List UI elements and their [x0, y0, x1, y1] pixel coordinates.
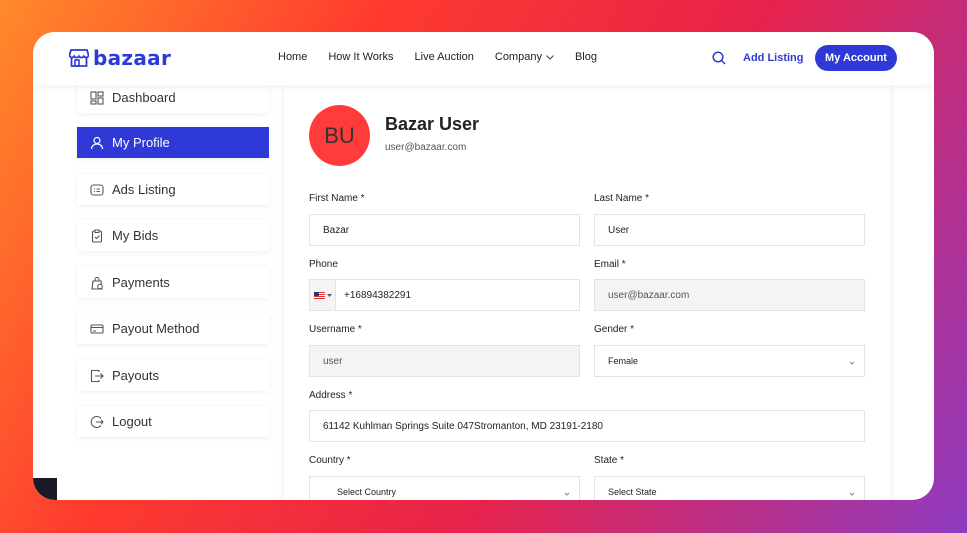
username-label: Username *: [309, 324, 362, 335]
payouts-icon: [90, 369, 104, 382]
country-value: Select Country: [337, 487, 397, 497]
nav-home[interactable]: Home: [278, 51, 307, 63]
address-label: Address *: [309, 390, 353, 401]
sidebar-item-logout[interactable]: Logout: [77, 406, 269, 437]
state-value: Select State: [608, 487, 657, 497]
state-select[interactable]: Select State: [594, 476, 865, 500]
sidebar-item-ads-listing[interactable]: Ads Listing: [77, 174, 269, 205]
nav-company-label: Company: [494, 51, 542, 63]
state-label: State *: [594, 455, 625, 466]
country-code-selector[interactable]: [310, 280, 336, 310]
sidebar-item-my-profile[interactable]: My Profile: [77, 127, 269, 158]
top-header: bazaar Home How It Works Live Auction Co…: [33, 32, 934, 85]
country-label: Country *: [309, 455, 351, 466]
sidebar-item-payout-method[interactable]: Payout Method: [77, 313, 269, 344]
sidebar-item-label: Payouts: [112, 368, 159, 383]
bids-icon: [91, 229, 103, 243]
last-name-label: Last Name *: [594, 193, 650, 204]
app-window: bazaar Home How It Works Live Auction Co…: [33, 32, 934, 500]
gender-value: Female: [608, 356, 639, 366]
nav-live-auction[interactable]: Live Auction: [415, 51, 474, 63]
email-field[interactable]: user@bazaar.com: [594, 279, 865, 311]
nav-company[interactable]: Company: [495, 51, 554, 63]
gender-select[interactable]: Female: [594, 345, 865, 377]
profile-email: user@bazaar.com: [385, 142, 467, 153]
payout-method-icon: [90, 323, 104, 334]
nav-blog[interactable]: Blog: [575, 51, 597, 63]
add-listing-link[interactable]: Add Listing: [743, 52, 804, 64]
us-flag-icon: [313, 291, 325, 299]
chevron-down-icon: [849, 361, 855, 365]
user-icon: [90, 136, 104, 149]
my-account-button[interactable]: My Account: [815, 45, 897, 71]
country-select[interactable]: Select Country: [309, 476, 580, 500]
chevron-down-icon: [849, 492, 855, 496]
sidebar-item-dashboard[interactable]: Dashboard: [77, 82, 269, 113]
profile-name: Bazar User: [385, 114, 480, 134]
sidebar-item-label: Payout Method: [112, 321, 200, 336]
sidebar-item-label: Payments: [112, 275, 170, 290]
dashboard-icon: [90, 90, 104, 105]
phone-field[interactable]: +16894382291: [309, 279, 580, 311]
search-icon[interactable]: [712, 51, 726, 65]
logout-icon: [90, 415, 104, 428]
email-label: Email *: [594, 259, 626, 270]
phone-value: +16894382291: [344, 289, 412, 301]
sidebar-item-label: Ads Listing: [112, 182, 176, 197]
sidebar-item-payouts[interactable]: Payouts: [77, 360, 269, 391]
sidebar-item-label: My Bids: [112, 228, 159, 243]
brand-logo[interactable]: bazaar: [69, 46, 171, 70]
brand-name: bazaar: [93, 46, 172, 70]
last-name-field[interactable]: User: [594, 214, 865, 246]
store-icon: [69, 49, 89, 67]
sidebar-item-my-bids[interactable]: My Bids: [77, 220, 269, 251]
payments-icon: [91, 276, 103, 290]
profile-panel: BU Bazar User user@bazaar.com First Name…: [284, 82, 890, 500]
address-field[interactable]: 61142 Kuhlman Springs Suite 047Stromanto…: [309, 410, 865, 442]
chevron-down-icon: [564, 492, 570, 496]
phone-label: Phone: [309, 259, 338, 270]
settings-tab[interactable]: [33, 478, 57, 500]
ads-icon: [90, 183, 104, 196]
gender-label: Gender *: [594, 324, 635, 335]
caret-down-icon: [326, 293, 332, 297]
sidebar-item-label: Logout: [112, 414, 152, 429]
first-name-label: First Name *: [309, 193, 365, 204]
sidebar-item-label: My Profile: [112, 135, 170, 150]
username-field[interactable]: user: [309, 345, 580, 377]
chevron-down-icon: [546, 54, 554, 60]
nav-how-it-works[interactable]: How It Works: [328, 51, 393, 63]
main-nav: Home How It Works Live Auction Company B…: [278, 51, 597, 63]
sidebar-item-label: Dashboard: [112, 90, 176, 105]
sidebar-item-payments[interactable]: Payments: [77, 267, 269, 298]
first-name-field[interactable]: Bazar: [309, 214, 580, 246]
avatar[interactable]: BU: [309, 105, 370, 166]
